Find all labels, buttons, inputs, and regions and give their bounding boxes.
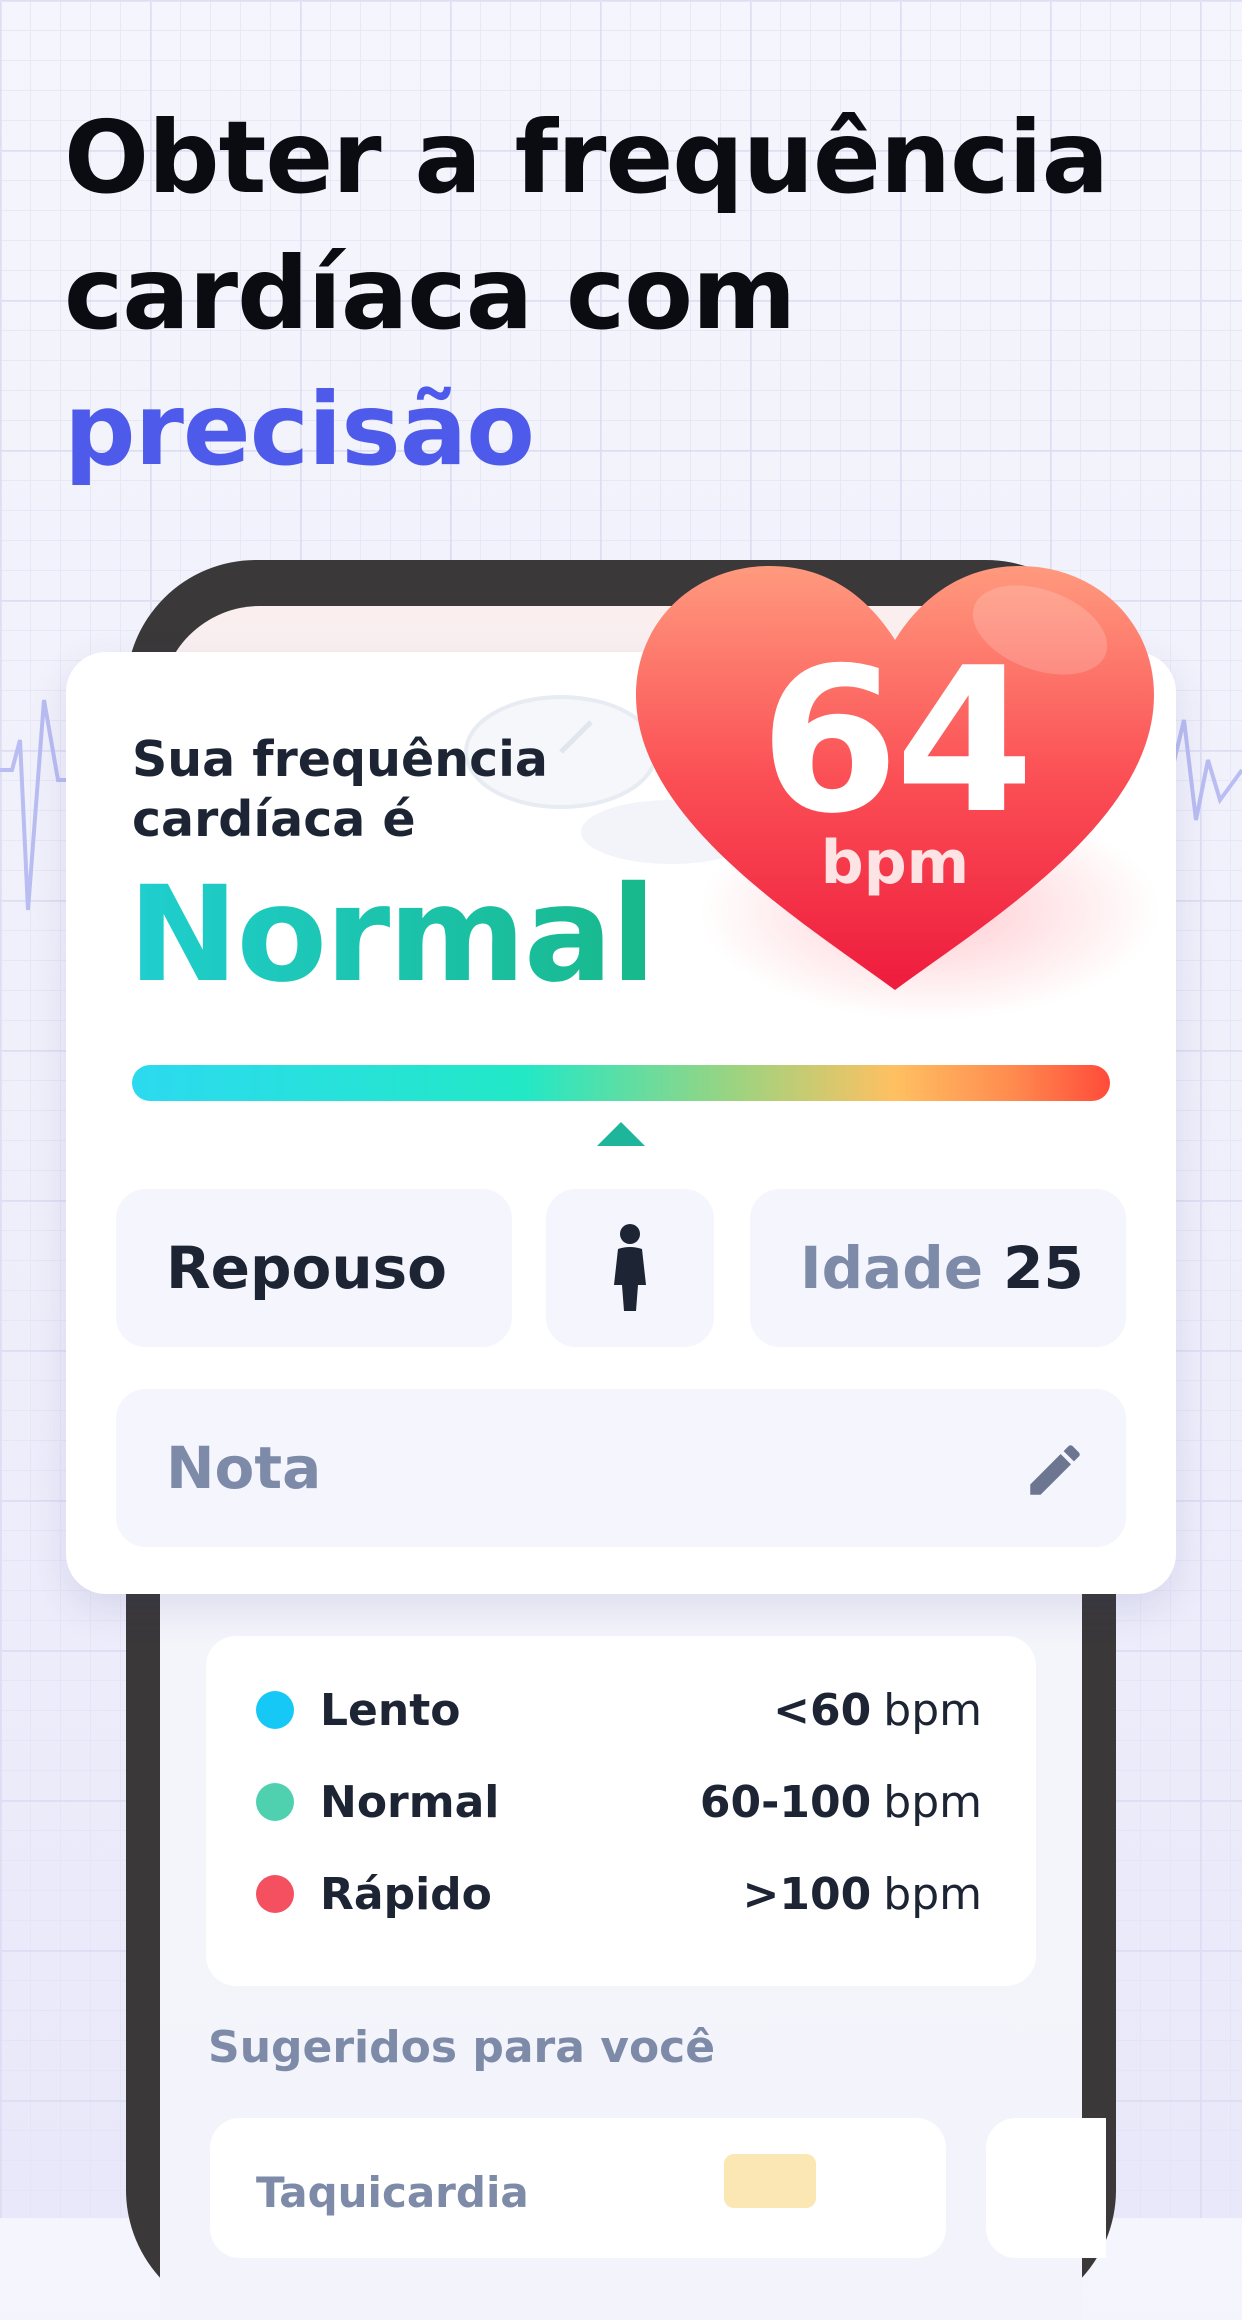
fast-dot-icon [256,1875,294,1913]
headline: Obter a frequência cardíaca com precisão [64,90,1109,498]
range-row-slow: Lento <60 bpm [256,1680,982,1740]
normal-dot-icon [256,1783,294,1821]
bpm-unit: bpm [820,828,970,898]
range-unit: bpm [883,1868,982,1920]
range-name: Rápido [320,1868,492,1920]
headline-line-2: cardíaca com [64,235,796,352]
range-row-normal: Normal 60-100 bpm [256,1772,982,1832]
suggested-card-title: Taquicardia [256,2168,529,2217]
activity-label: Repouso [166,1234,448,1302]
range-name: Lento [320,1684,461,1736]
headline-accent: precisão [64,371,535,488]
suggested-section-title: Sugeridos para você [208,2022,716,2073]
age-chip[interactable]: Idade 25 [750,1189,1126,1347]
activity-chip[interactable]: Repouso [116,1189,512,1347]
slow-dot-icon [256,1691,294,1729]
age-label: Idade [800,1234,984,1302]
suggested-card[interactable]: Taquicardia [210,2118,946,2258]
range-row-fast: Rápido >100 bpm [256,1864,982,1924]
range-value: 60-100 [699,1776,872,1828]
range-name: Normal [320,1776,500,1828]
scale-marker-icon [597,1122,645,1146]
age-value: 25 [1003,1234,1084,1302]
bpm-value: 64 [759,625,1034,858]
rate-scale-bar [132,1065,1110,1101]
rate-intro-text: Sua frequência cardíaca é [132,731,548,848]
pencil-icon[interactable] [1022,1437,1088,1503]
rate-range-legend: Lento <60 bpm Normal 60-100 bpm Rápido >… [206,1636,1036,1986]
range-value: <60 [773,1684,872,1736]
range-value: >100 [742,1868,872,1920]
bpm-heart-badge: 64 bpm [630,550,1160,1020]
gender-chip[interactable] [546,1189,714,1347]
person-icon [614,1224,646,1311]
range-unit: bpm [883,1684,982,1736]
note-field[interactable]: Nota [116,1389,1126,1547]
rate-status: Normal [128,858,656,1012]
suggested-card-next[interactable] [986,2118,1106,2258]
range-unit: bpm [883,1776,982,1828]
suggested-card-thumbnail [724,2154,816,2208]
headline-line-1: Obter a frequência [64,99,1109,216]
note-placeholder: Nota [166,1434,322,1502]
